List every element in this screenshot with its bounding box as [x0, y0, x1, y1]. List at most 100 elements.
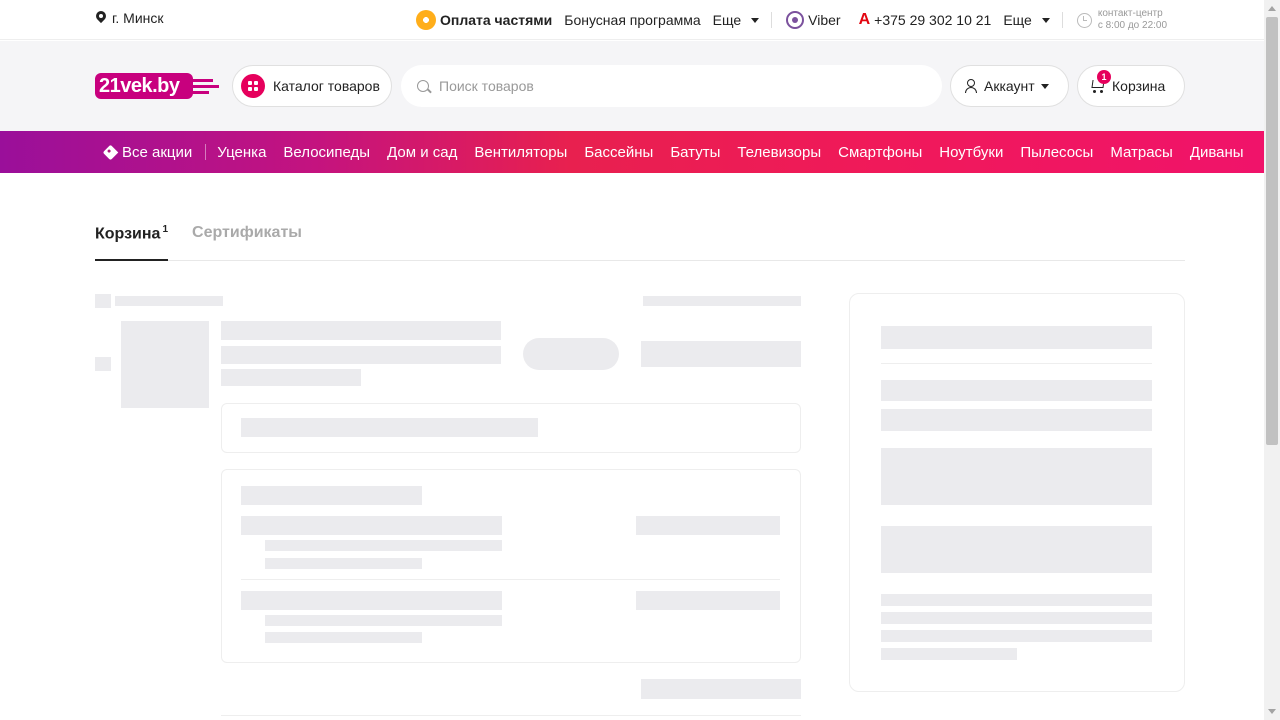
- skeleton-line: [221, 369, 361, 386]
- search-icon: [417, 80, 429, 92]
- promo-item-vacuums[interactable]: Пылесосы: [1020, 144, 1093, 161]
- logo-text: 21vek.by: [95, 73, 193, 99]
- skeleton-line: [221, 321, 501, 340]
- cart-button[interactable]: Корзина: [1077, 65, 1185, 107]
- promo-item-laptops[interactable]: Ноутбуки: [939, 144, 1003, 161]
- search-bar: [401, 65, 942, 107]
- skeleton-line: [881, 594, 1152, 606]
- tab-cart-label: Корзина: [95, 225, 161, 243]
- promo-item-fans[interactable]: Вентиляторы: [474, 144, 567, 161]
- promo-label: Все акции: [122, 143, 193, 161]
- skeleton-line: [881, 612, 1152, 624]
- tag-icon: [102, 144, 119, 160]
- skeleton-line: [641, 679, 801, 699]
- skeleton-line: [643, 296, 801, 306]
- divider: [205, 144, 207, 160]
- more-menu-2[interactable]: Еще: [1003, 12, 1050, 28]
- divider: [221, 715, 801, 716]
- contact-center: контакт-центр с 8:00 до 22:00: [1076, 8, 1168, 32]
- phone-label: +375 29 302 10 21: [874, 12, 992, 28]
- skeleton-price: [641, 341, 801, 367]
- top-nav: Оплата частями Бонусная программа Еще Vi…: [416, 0, 1179, 40]
- pay-parts-label: Оплата частями: [440, 12, 553, 28]
- bonus-program-link[interactable]: Бонусная программа: [564, 12, 700, 28]
- promo-item-trampolines[interactable]: Батуты: [670, 144, 720, 161]
- skeleton-block: [881, 526, 1152, 573]
- skeleton-block: [881, 448, 1152, 505]
- promo-item-tvs[interactable]: Телевизоры: [737, 144, 821, 161]
- divider: [1061, 12, 1063, 28]
- skeleton-line: [265, 540, 502, 551]
- top-bar: г. Минск Оплата частями Бонусная програм…: [0, 0, 1264, 40]
- promo-item-mattresses[interactable]: Матрасы: [1110, 144, 1173, 161]
- promo-item-discount[interactable]: Уценка: [217, 144, 266, 161]
- clock-icon: [1076, 12, 1092, 28]
- catalog-grid-icon: [241, 74, 265, 98]
- chevron-down-icon: [1041, 17, 1050, 23]
- skeleton-line: [241, 591, 502, 610]
- skeleton-line: [881, 326, 1152, 349]
- skeleton-image: [121, 321, 209, 408]
- promo-nav: Все акции Уценка Велосипеды Дом и сад Ве…: [0, 131, 1264, 173]
- user-icon: [965, 79, 977, 93]
- account-button[interactable]: Аккаунт: [950, 65, 1069, 107]
- city-selector[interactable]: г. Минск: [96, 10, 164, 26]
- location-pin-icon: [96, 11, 106, 25]
- skeleton-line: [636, 516, 780, 535]
- catalog-button[interactable]: Каталог товаров: [232, 65, 392, 107]
- more-label-1: Еще: [712, 12, 742, 28]
- promo-item-pools[interactable]: Бассейны: [584, 144, 653, 161]
- skeleton-line: [881, 380, 1152, 401]
- more-label-2: Еще: [1003, 12, 1032, 28]
- cart-label: Корзина: [1112, 78, 1166, 94]
- main-header: 21vek.by Каталог товаров Аккаунт Корзина…: [0, 41, 1264, 131]
- a1-operator-icon: A: [858, 11, 871, 28]
- tab-certificates-label: Сертификаты: [192, 224, 302, 241]
- viber-icon: [786, 11, 805, 29]
- scroll-up-icon[interactable]: [1268, 6, 1276, 11]
- scroll-down-icon[interactable]: [1268, 709, 1276, 714]
- skeleton-line: [881, 630, 1152, 642]
- skeleton-line: [265, 632, 422, 643]
- divider: [771, 12, 773, 28]
- catalog-label: Каталог товаров: [273, 78, 380, 94]
- promo-item-sofas[interactable]: Диваны: [1190, 144, 1244, 161]
- account-label: Аккаунт: [984, 78, 1035, 94]
- search-input[interactable]: [439, 78, 919, 94]
- skeleton-checkbox: [95, 357, 111, 371]
- skeleton-line: [241, 418, 538, 437]
- skeleton-line: [881, 648, 1017, 660]
- more-menu-1[interactable]: Еще: [713, 12, 760, 28]
- viber-link[interactable]: Viber: [786, 11, 841, 29]
- skeleton-stepper: [523, 338, 619, 370]
- divider: [881, 363, 1152, 364]
- skeleton-line: [241, 516, 502, 535]
- contact-hours: с 8:00 до 22:00: [1097, 20, 1168, 31]
- cart-tabs: Корзина 1 Сертификаты: [95, 222, 1185, 261]
- contact-center-label: контакт-центр: [1097, 8, 1163, 19]
- phone-link[interactable]: A +375 29 302 10 21: [859, 11, 992, 29]
- bonus-label: Бонусная программа: [564, 12, 701, 28]
- chevron-down-icon: [1040, 83, 1049, 89]
- skeleton-line: [221, 346, 501, 364]
- pay-parts-link[interactable]: Оплата частями: [416, 10, 552, 30]
- promo-item-all-sales[interactable]: Все акции: [102, 143, 193, 161]
- skeleton-checkbox: [95, 294, 111, 308]
- skeleton-line: [265, 615, 502, 626]
- promo-item-bicycles[interactable]: Велосипеды: [283, 144, 370, 161]
- installment-icon: [416, 10, 436, 30]
- city-label: г. Минск: [112, 10, 164, 26]
- skeleton-line: [636, 591, 780, 610]
- promo-item-smartphones[interactable]: Смартфоны: [838, 144, 922, 161]
- tab-cart[interactable]: Корзина 1: [95, 222, 169, 261]
- scrollbar-thumb[interactable]: [1266, 17, 1278, 445]
- divider: [241, 579, 780, 580]
- page-scrollbar[interactable]: [1264, 0, 1280, 720]
- skeleton-line: [265, 558, 422, 569]
- promo-item-home-garden[interactable]: Дом и сад: [387, 144, 457, 161]
- tab-certificates[interactable]: Сертификаты: [192, 222, 302, 261]
- cart-count-badge: 1: [1097, 70, 1111, 84]
- site-logo[interactable]: 21vek.by: [95, 73, 219, 99]
- skeleton-line: [881, 409, 1152, 431]
- chevron-down-icon: [751, 17, 760, 23]
